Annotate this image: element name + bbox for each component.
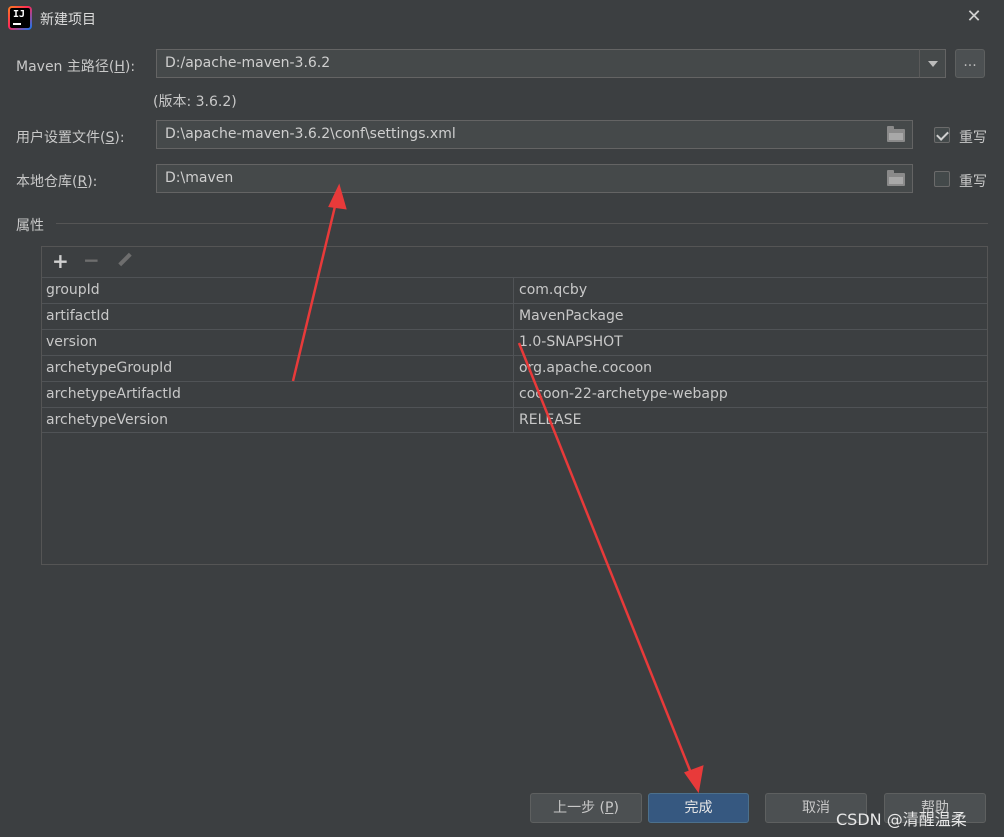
table-row[interactable]: groupId com.qcby bbox=[42, 277, 987, 303]
add-icon[interactable]: + bbox=[52, 251, 69, 271]
remove-icon[interactable]: − bbox=[83, 250, 100, 270]
local-repo-folder-icon[interactable] bbox=[887, 170, 905, 186]
properties-toolbar: + − bbox=[42, 247, 987, 277]
local-repo-override-checkbox[interactable] bbox=[934, 171, 950, 187]
property-value[interactable]: com.qcby bbox=[515, 278, 989, 303]
table-row[interactable]: archetypeArtifactId cocoon-22-archetype-w… bbox=[42, 381, 987, 407]
settings-file-label: 用户设置文件(S): bbox=[16, 130, 125, 146]
table-row[interactable]: archetypeGroupId org.apache.cocoon bbox=[42, 355, 987, 381]
properties-panel: + − groupId com.qcby artifactId MavenPackag… bbox=[41, 246, 988, 565]
settings-override-label: 重写 bbox=[959, 130, 987, 146]
property-key[interactable]: archetypeArtifactId bbox=[42, 382, 514, 407]
maven-home-combobox[interactable]: D:/apache-maven-3.6.2 bbox=[156, 49, 920, 78]
maven-version-note: (版本: 3.6.2) bbox=[153, 94, 237, 110]
property-key[interactable]: archetypeVersion bbox=[42, 408, 514, 433]
property-value[interactable]: MavenPackage bbox=[515, 304, 989, 329]
property-key[interactable]: artifactId bbox=[42, 304, 514, 329]
table-row[interactable]: archetypeVersion RELEASE bbox=[42, 407, 987, 433]
property-key[interactable]: groupId bbox=[42, 278, 514, 303]
window-title: 新建项目 bbox=[40, 12, 96, 28]
table-row[interactable]: version 1.0-SNAPSHOT bbox=[42, 329, 987, 355]
arrow-head-down bbox=[684, 765, 704, 794]
close-icon[interactable]: ✕ bbox=[964, 7, 984, 27]
property-value[interactable]: cocoon-22-archetype-webapp bbox=[515, 382, 989, 407]
property-value[interactable]: org.apache.cocoon bbox=[515, 356, 989, 381]
properties-table: groupId com.qcby artifactId MavenPackage ver… bbox=[42, 277, 987, 433]
properties-section-label: 属性 bbox=[16, 218, 44, 234]
finish-button[interactable]: 完成 bbox=[648, 793, 749, 823]
property-value[interactable]: RELEASE bbox=[515, 408, 989, 433]
csdn-watermark: CSDN @清醒温柔 bbox=[836, 810, 967, 829]
local-repo-override-label: 重写 bbox=[959, 174, 987, 190]
settings-file-field[interactable]: D:\apache-maven-3.6.2\conf\settings.xml bbox=[156, 120, 913, 149]
property-value[interactable]: 1.0-SNAPSHOT bbox=[515, 330, 989, 355]
property-key[interactable]: archetypeGroupId bbox=[42, 356, 514, 381]
local-repo-label: 本地仓库(R): bbox=[16, 174, 98, 190]
edit-pencil-icon[interactable] bbox=[116, 252, 132, 268]
settings-override-checkbox[interactable] bbox=[934, 127, 950, 143]
intellij-logo-icon: IJ bbox=[8, 6, 32, 30]
local-repo-field[interactable]: D:\maven bbox=[156, 164, 913, 193]
maven-home-browse-button[interactable]: ... bbox=[955, 49, 985, 78]
maven-home-dropdown-icon[interactable] bbox=[919, 49, 946, 78]
settings-folder-icon[interactable] bbox=[887, 126, 905, 142]
maven-home-label: Maven 主路径(H): bbox=[16, 59, 136, 75]
section-divider bbox=[56, 223, 988, 224]
previous-button[interactable]: 上一步 (P) bbox=[530, 793, 642, 823]
property-key[interactable]: version bbox=[42, 330, 514, 355]
title-bar: IJ 新建项目 ✕ bbox=[0, 0, 1004, 36]
table-row[interactable]: artifactId MavenPackage bbox=[42, 303, 987, 329]
